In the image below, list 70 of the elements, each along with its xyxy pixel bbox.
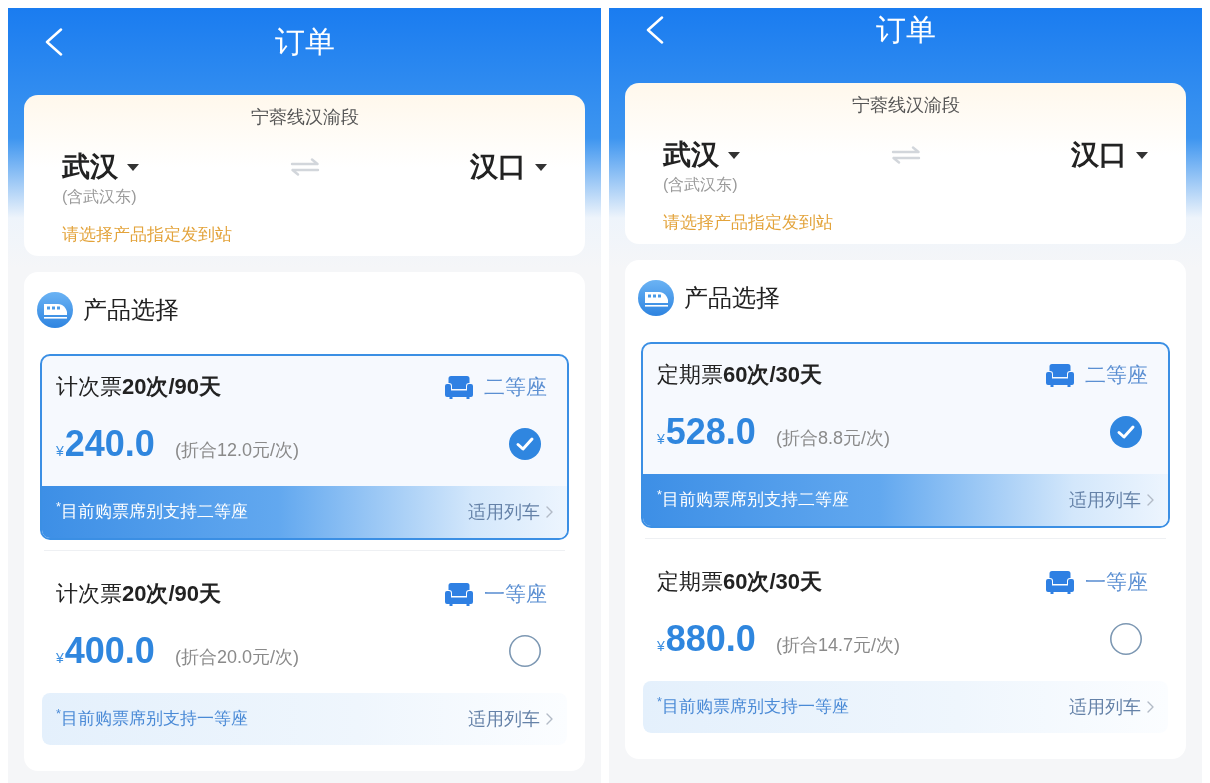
section-title: 产品选择 — [83, 295, 179, 325]
seat-note: $^{*}$目前购票席别支持二等座 — [56, 500, 248, 523]
chevron-right-icon — [546, 506, 553, 518]
currency-symbol: ¥ — [657, 431, 665, 447]
seat-class: 一等座 — [1085, 569, 1148, 595]
chevron-right-icon — [1147, 701, 1154, 713]
train-icon — [37, 292, 73, 328]
seat-note: $^{*}$目前购票席别支持一等座 — [56, 707, 248, 730]
empty-circle-icon[interactable] — [1110, 623, 1142, 655]
caret-icon — [728, 151, 740, 159]
per-ride-price: (折合20.0元/次) — [174, 646, 299, 669]
line-label: 宁蓉线汉渝段 — [851, 94, 960, 117]
product-name: 计次票20次/90天 — [56, 373, 222, 401]
seat-class: 一等座 — [484, 581, 547, 607]
per-ride-price: (折合8.8元/次) — [775, 427, 890, 450]
currency-symbol: ¥ — [657, 638, 665, 654]
price: 400.0 — [64, 631, 155, 671]
price: 880.0 — [665, 619, 756, 659]
link-text: 适用列车 — [1069, 489, 1141, 512]
section-title: 产品选择 — [684, 283, 780, 313]
station-selector[interactable]: 汉口 — [1071, 137, 1148, 173]
station-name: 汉口 — [470, 150, 526, 184]
station-name: 武汉 — [663, 138, 719, 172]
seat-note: $^{*}$目前购票席别支持二等座 — [657, 488, 849, 511]
back-icon[interactable] — [646, 16, 664, 44]
applicable-trains-link[interactable]: 适用列车 — [1069, 695, 1154, 719]
product-card[interactable]: 计次票20次/90天 二等座 ¥240.0 (折合12.0元/次) $^{*}$目前购票席别支持二等座 适用列车 — [40, 354, 569, 540]
seat-class: 二等座 — [484, 374, 547, 400]
armchair-icon — [445, 375, 473, 399]
page-title: 订单 — [274, 24, 335, 60]
station-note: (含武汉东) — [62, 187, 137, 207]
armchair-icon — [1046, 570, 1074, 594]
product-name: 定期票60次/30天 — [657, 568, 823, 596]
train-icon — [638, 280, 674, 316]
applicable-trains-link[interactable]: 适用列车 — [468, 707, 553, 731]
station-selector[interactable]: 汉口 — [470, 149, 547, 185]
hint-text: 请选择产品指定发到站 — [62, 224, 232, 246]
station-selector[interactable]: 武汉 — [62, 149, 139, 185]
per-ride-price: (折合12.0元/次) — [174, 439, 299, 462]
armchair-icon — [445, 582, 473, 606]
product-card[interactable]: 定期票60次/30天 二等座 ¥528.0 (折合8.8元/次) $^{*}$目前购票席别支持二等座 适用列车 — [641, 342, 1170, 528]
seat-class: 二等座 — [1085, 362, 1148, 388]
price: 528.0 — [665, 412, 756, 452]
check-circle-icon[interactable] — [509, 428, 541, 460]
chevron-right-icon — [1147, 494, 1154, 506]
per-ride-price: (折合14.7元/次) — [775, 634, 900, 657]
station-name: 汉口 — [1071, 138, 1127, 172]
check-circle-icon[interactable] — [1110, 416, 1142, 448]
seat-note: $^{*}$目前购票席别支持一等座 — [657, 695, 849, 718]
caret-icon — [127, 163, 139, 171]
empty-circle-icon[interactable] — [509, 635, 541, 667]
link-text: 适用列车 — [468, 708, 540, 731]
station-name: 武汉 — [62, 150, 118, 184]
chevron-right-icon — [546, 713, 553, 725]
currency-symbol: ¥ — [56, 443, 64, 459]
back-icon[interactable] — [45, 28, 63, 56]
caret-icon — [535, 163, 547, 171]
armchair-icon — [1046, 363, 1074, 387]
line-label: 宁蓉线汉渝段 — [250, 106, 359, 129]
hint-text: 请选择产品指定发到站 — [663, 212, 833, 234]
station-note: (含武汉东) — [663, 175, 738, 195]
product-name: 计次票20次/90天 — [56, 580, 222, 608]
link-text: 适用列车 — [468, 501, 540, 524]
station-selector[interactable]: 武汉 — [663, 137, 740, 173]
page-title: 订单 — [875, 12, 936, 48]
product-name: 定期票60次/30天 — [657, 361, 823, 389]
link-text: 适用列车 — [1069, 696, 1141, 719]
caret-icon — [1136, 151, 1148, 159]
price: 240.0 — [64, 424, 155, 464]
currency-symbol: ¥ — [56, 650, 64, 666]
